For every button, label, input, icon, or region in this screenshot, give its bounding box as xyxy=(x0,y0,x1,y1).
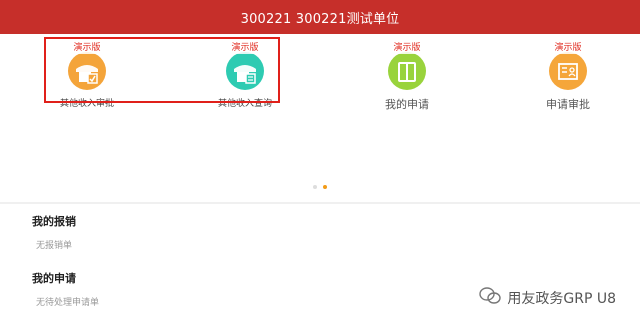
page-indicator xyxy=(0,185,640,189)
app-my-applications[interactable]: 演示版 我的申请 xyxy=(347,42,467,132)
watermark-text: 用友政务GRP U8 xyxy=(507,291,616,307)
header-title: 300221 300221测试单位 xyxy=(240,11,400,27)
highlight-box xyxy=(44,37,280,103)
page-dot[interactable] xyxy=(313,185,317,189)
app-label: 我的申请 xyxy=(385,98,429,111)
demo-badge: 演示版 xyxy=(390,43,424,54)
header-bar: 300221 300221测试单位 xyxy=(0,0,640,34)
app-label: 申请审批 xyxy=(546,98,590,111)
divider xyxy=(0,202,640,204)
section-title-applications: 我的申请 xyxy=(32,272,76,285)
app-application-approval[interactable]: 演示版 申请审批 xyxy=(508,42,628,132)
section-title-reimbursements: 我的报销 xyxy=(32,215,76,228)
page-dot-active[interactable] xyxy=(323,185,327,189)
demo-badge: 演示版 xyxy=(551,43,585,54)
book-icon: 演示版 xyxy=(388,43,426,90)
list-person-icon: 演示版 xyxy=(549,43,587,90)
empty-reimbursements: 无报销单 xyxy=(36,241,73,251)
empty-applications: 无待处理申请单 xyxy=(36,298,100,308)
watermark: 用友政务GRP U8 xyxy=(479,287,616,309)
wechat-icon xyxy=(479,287,502,309)
